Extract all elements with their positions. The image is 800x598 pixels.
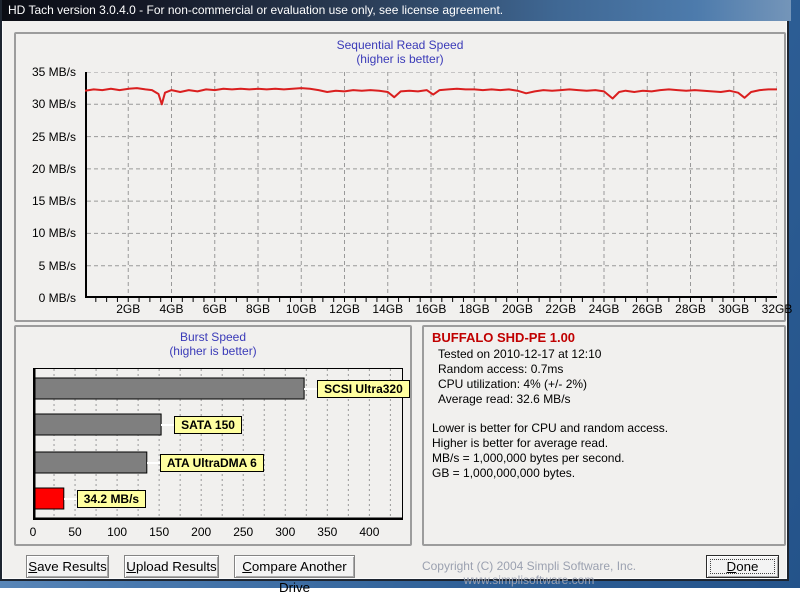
note-lower-better: Lower is better for CPU and random acces… [432, 421, 776, 436]
sequential-chart-subtitle: (higher is better) [16, 52, 784, 66]
bar-label-connector [304, 388, 317, 390]
note-gb-definition: GB = 1,000,000,000 bytes. [432, 466, 776, 481]
burst-chart-title: Burst Speed [16, 330, 410, 344]
bar-value-label: 34.2 MB/s [77, 490, 146, 508]
title-bar[interactable]: HD Tach version 3.0.4.0 - For non-commer… [2, 0, 791, 21]
burst-chart-subtitle: (higher is better) [16, 344, 410, 358]
y-tick-label: 20 MB/s [16, 162, 76, 175]
compare-another-drive-button[interactable]: Compare Another Drive [234, 555, 355, 578]
y-tick-label: 25 MB/s [16, 130, 76, 143]
sequential-read-panel: Sequential Read Speed (higher is better)… [14, 32, 786, 322]
sequential-chart-title: Sequential Read Speed [16, 38, 784, 52]
tested-on-line: Tested on 2010-12-17 at 12:10 [438, 347, 776, 362]
desktop-background: HD Tach version 3.0.4.0 - For non-commer… [0, 0, 800, 588]
hdtach-window: HD Tach version 3.0.4.0 - For non-commer… [0, 0, 789, 581]
sequential-read-plot [85, 72, 777, 305]
y-tick-label: 15 MB/s [16, 194, 76, 207]
drive-name: BUFFALO SHD-PE 1.00 [432, 330, 776, 345]
save-results-button[interactable]: Save Results [26, 555, 109, 578]
average-read-line: Average read: 32.6 MB/s [438, 392, 776, 407]
burst-speed-panel: Burst Speed (higher is better) SCSI Ultr… [14, 325, 412, 546]
bar-value-label: ATA UltraDMA 6 [160, 454, 264, 472]
bar-label-connector [161, 424, 174, 426]
window-title: HD Tach version 3.0.4.0 - For non-commer… [8, 3, 503, 17]
y-tick-label: 30 MB/s [16, 97, 76, 110]
drive-info-panel: BUFFALO SHD-PE 1.00 Tested on 2010-12-17… [422, 325, 786, 546]
random-access-line: Random access: 0.7ms [438, 362, 776, 377]
y-tick-label: 10 MB/s [16, 226, 76, 239]
note-mbs-definition: MB/s = 1,000,000 bytes per second. [432, 451, 776, 466]
burst-x-tick-label: 400 [344, 525, 394, 538]
note-higher-better: Higher is better for average read. [432, 436, 776, 451]
copyright-text: Copyright (C) 2004 Simpli Software, Inc.… [364, 559, 694, 587]
x-tick-label: 32GB [752, 302, 800, 315]
bar-value-label: SATA 150 [174, 416, 242, 434]
y-tick-label: 35 MB/s [16, 65, 76, 78]
y-tick-label: 5 MB/s [16, 259, 76, 272]
bar-label-connector [64, 498, 77, 500]
bar-label-connector [147, 462, 160, 464]
y-tick-label: 0 MB/s [16, 291, 76, 304]
cpu-utilization-line: CPU utilization: 4% (+/- 2%) [438, 377, 776, 392]
bar-value-label: SCSI Ultra320 [317, 380, 410, 398]
upload-results-button[interactable]: Upload Results [124, 555, 219, 578]
done-button[interactable]: Done [706, 555, 779, 578]
